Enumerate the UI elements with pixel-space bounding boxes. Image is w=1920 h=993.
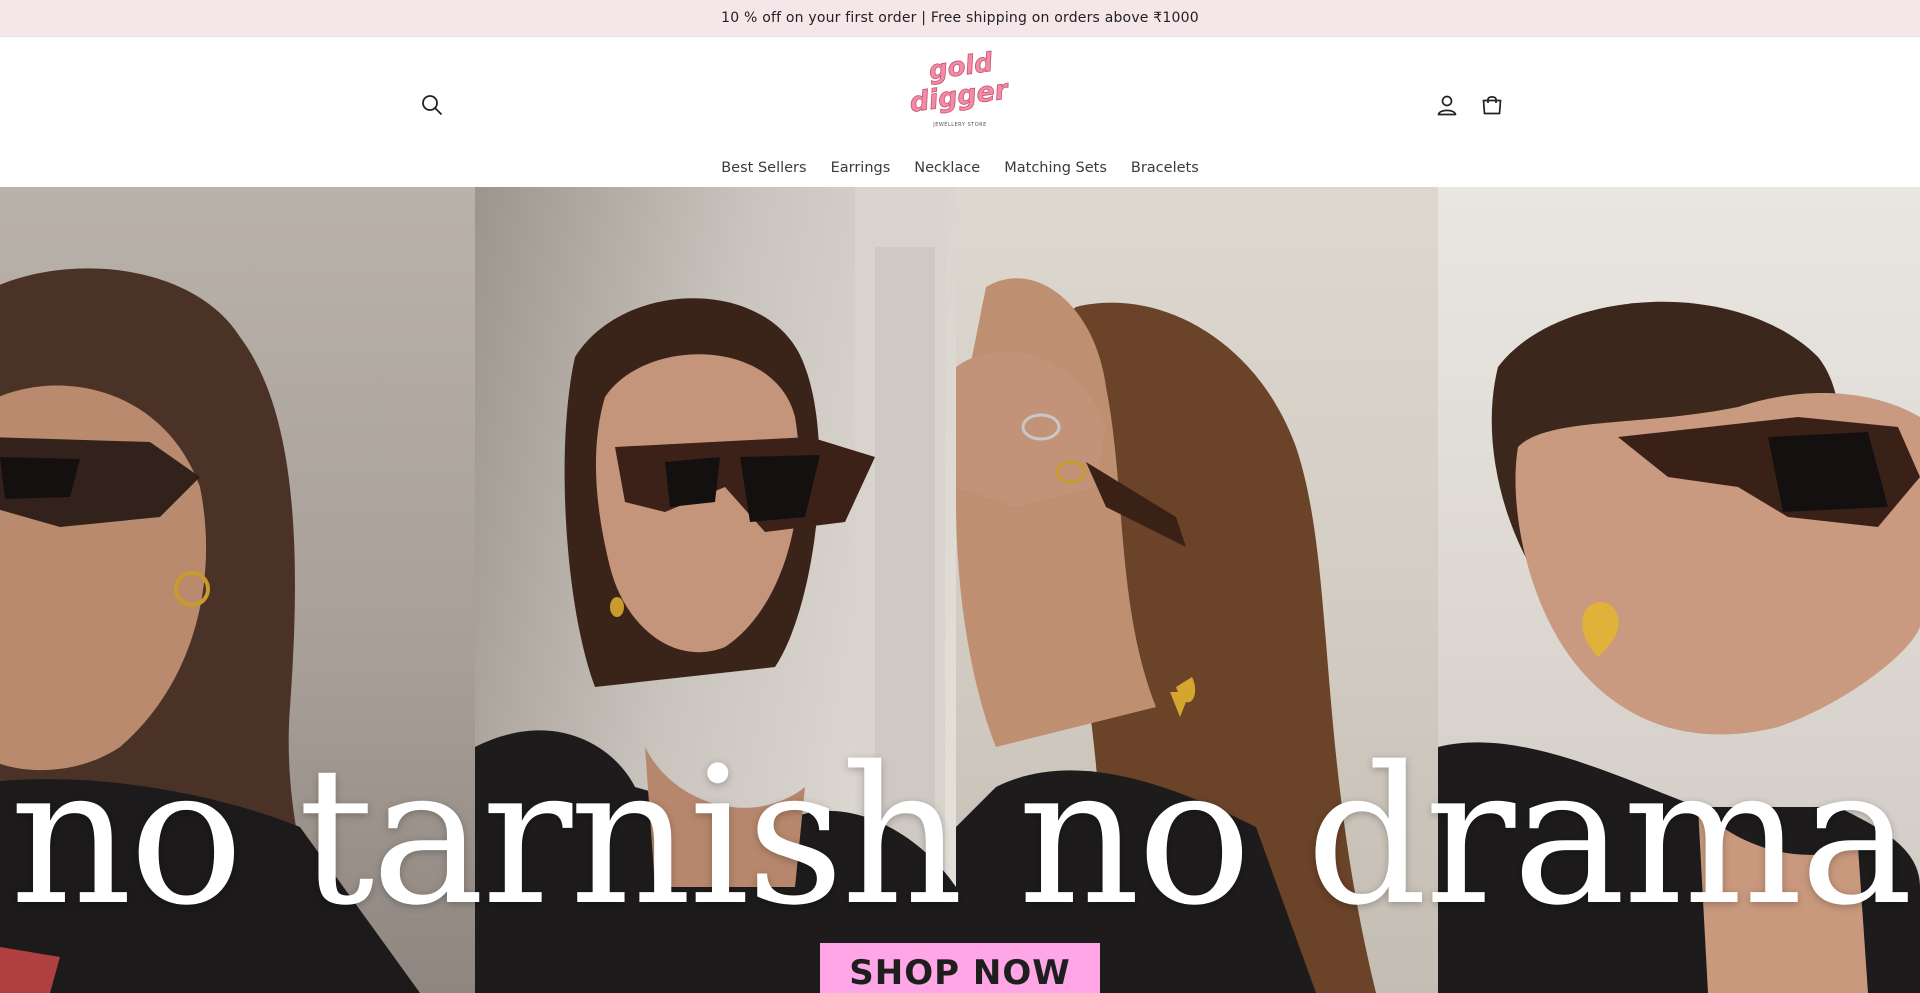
main-nav: Best Sellers Earrings Necklace Matching … xyxy=(0,153,1920,183)
gold-digger-logo: gold digger JEWELLERY STORE xyxy=(907,47,1012,128)
announcement-text: 10 % off on your first order | Free ship… xyxy=(721,10,1199,26)
store-logo[interactable]: gold digger JEWELLERY STORE xyxy=(907,45,1012,133)
site-header: gold digger JEWELLERY STORE Best Sellers… xyxy=(0,37,1920,187)
shop-now-button[interactable]: SHOP NOW xyxy=(820,943,1100,993)
hero-photo-3 xyxy=(956,187,1438,993)
nav-item-necklace[interactable]: Necklace xyxy=(914,158,980,178)
hero-banner[interactable]: no tarnish no drama SHOP NOW xyxy=(0,187,1920,993)
hero-photo-1 xyxy=(0,187,475,993)
hero-photo-2 xyxy=(475,187,956,993)
announcement-bar: 10 % off on your first order | Free ship… xyxy=(0,0,1920,37)
search-button[interactable] xyxy=(412,85,452,125)
cart-icon xyxy=(1482,96,1502,115)
nav-item-matching-sets[interactable]: Matching Sets xyxy=(1004,158,1107,178)
logo-line2: digger xyxy=(910,74,1010,119)
hero-photo-4 xyxy=(1438,187,1920,993)
logo-tagline: JEWELLERY STORE xyxy=(932,122,987,128)
account-button[interactable] xyxy=(1427,85,1467,125)
nav-item-bracelets[interactable]: Bracelets xyxy=(1131,158,1199,178)
nav-item-earrings[interactable]: Earrings xyxy=(831,158,891,178)
account-icon xyxy=(1437,95,1457,116)
nav-item-best-sellers[interactable]: Best Sellers xyxy=(721,158,806,178)
cart-button[interactable] xyxy=(1472,85,1512,125)
search-icon xyxy=(422,95,442,115)
